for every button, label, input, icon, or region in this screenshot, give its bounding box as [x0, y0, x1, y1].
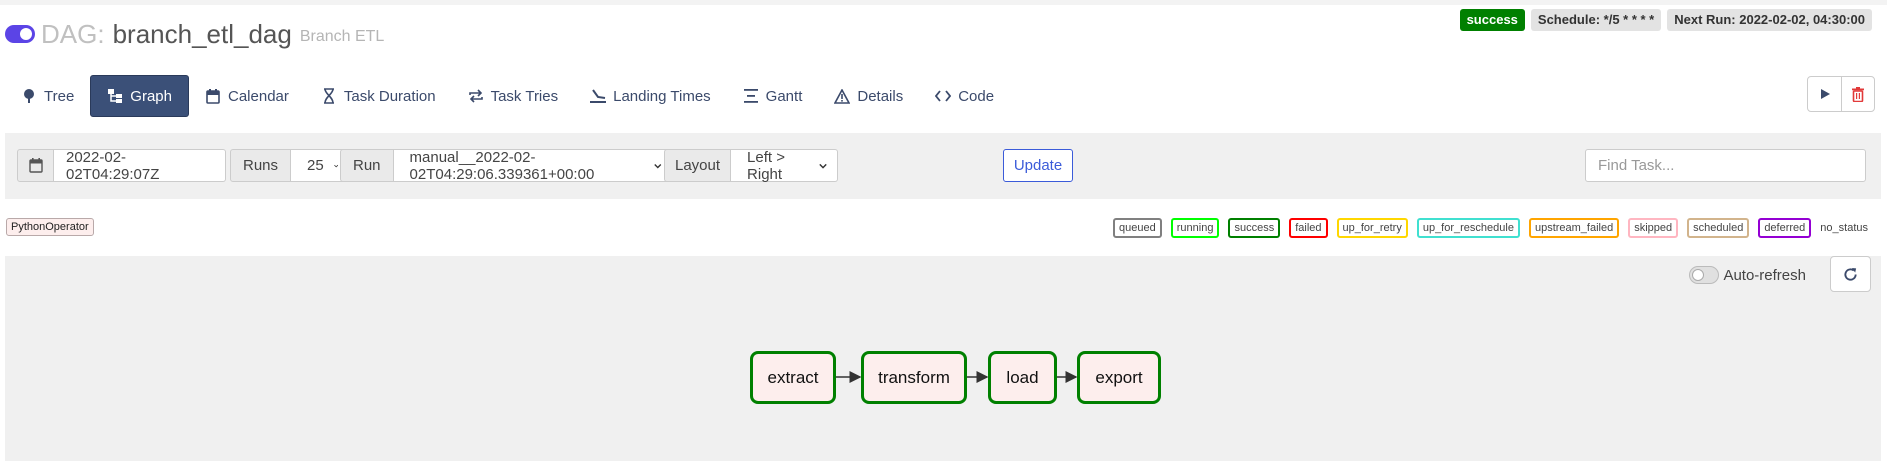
state-legend-item[interactable]: up_for_reschedule	[1416, 218, 1520, 238]
trigger-dag-button[interactable]	[1808, 77, 1841, 111]
calendar-picker-button[interactable]	[17, 149, 54, 182]
state-legend-item[interactable]: deferred	[1758, 218, 1812, 238]
landing-icon	[590, 88, 607, 104]
task-node-export[interactable]: export	[1077, 351, 1161, 404]
chevron-down-icon	[333, 164, 338, 167]
tab-label: Task Duration	[343, 87, 436, 105]
chevron-down-icon	[654, 163, 662, 168]
base-date-group: 2022-02-02T04:29:07Z	[17, 149, 226, 183]
dag-title: branch_etl_dag	[112, 18, 292, 49]
layout-value: Left > Right	[747, 148, 785, 183]
tab-details[interactable]: Details	[818, 75, 919, 117]
run-label: Run	[340, 149, 394, 182]
graph-icon	[107, 88, 123, 104]
tab-task-duration[interactable]: Task Duration	[305, 75, 452, 117]
retry-icon	[468, 88, 484, 104]
status-badge: success	[1459, 9, 1525, 31]
operator-legend: PythonOperator	[6, 218, 94, 236]
play-icon	[1820, 89, 1830, 99]
tab-label: Gantt	[765, 87, 803, 105]
runs-group: Runs 25	[230, 149, 350, 182]
task-node-extract[interactable]: extract	[750, 351, 836, 404]
tab-label: Details	[857, 87, 904, 105]
graph-controls: 2022-02-02T04:29:07Z Runs 25 Run manual_…	[5, 133, 1881, 199]
gantt-icon	[743, 88, 759, 104]
warning-triangle-icon	[834, 88, 851, 104]
task-node-transform[interactable]: transform	[861, 351, 967, 404]
base-date-input[interactable]: 2022-02-02T04:29:07Z	[54, 149, 226, 183]
tree-icon	[21, 88, 37, 104]
trash-icon	[1852, 86, 1864, 102]
state-legend-item[interactable]: up_for_retry	[1336, 218, 1408, 238]
task-node-load[interactable]: load	[988, 351, 1057, 404]
tab-code[interactable]: Code	[919, 75, 1010, 117]
dag-prefix: DAG:	[41, 18, 105, 49]
tab-landing-times[interactable]: Landing Times	[574, 75, 727, 117]
tab-label: Calendar	[228, 87, 289, 105]
tab-label: Landing Times	[613, 87, 711, 105]
state-legend-item[interactable]: scheduled	[1687, 218, 1750, 238]
state-legend-item[interactable]: running	[1170, 218, 1220, 238]
tab-label: Code	[958, 87, 995, 105]
run-select[interactable]: manual__2022-02-02T04:29:06.339361+00:00	[393, 148, 673, 183]
layout-label: Layout	[664, 149, 732, 182]
state-legend: queued running success failed up_for_ret…	[1113, 218, 1868, 238]
chevron-down-icon	[819, 163, 827, 169]
state-legend-item[interactable]: no_status	[1820, 220, 1868, 236]
state-legend-item[interactable]: failed	[1289, 218, 1328, 238]
tab-label: Tree	[44, 87, 75, 105]
tab-calendar[interactable]: Calendar	[189, 75, 305, 117]
top-border	[0, 0, 1887, 5]
run-value: manual__2022-02-02T04:29:06.339361+00:00	[409, 148, 595, 183]
header-badges: success Schedule: */5 * * * * Next Run: …	[1459, 9, 1872, 31]
dag-header: DAG: branch_etl_dag Branch ETL	[5, 14, 384, 54]
state-legend-item[interactable]: skipped	[1628, 218, 1679, 238]
tab-graph[interactable]: Graph	[90, 75, 189, 117]
layout-group: Layout Left > Right	[664, 148, 839, 183]
find-task-input[interactable]	[1585, 149, 1866, 182]
dag-actions	[1807, 76, 1875, 112]
code-icon	[935, 88, 952, 104]
calendar-icon	[205, 88, 221, 104]
state-legend-item[interactable]: upstream_failed	[1528, 218, 1620, 238]
hourglass-icon	[321, 88, 337, 104]
tab-label: Task Tries	[490, 87, 559, 105]
dag-pause-toggle[interactable]	[5, 25, 35, 43]
state-legend-item[interactable]: success	[1228, 218, 1281, 238]
graph-canvas[interactable]: Auto-refresh extract transform load expo…	[5, 256, 1881, 461]
delete-dag-button[interactable]	[1841, 77, 1874, 111]
tab-label: Graph	[130, 87, 172, 105]
view-tabs: Tree Graph Calendar Task Duration Task T…	[5, 75, 1010, 117]
tab-task-tries[interactable]: Task Tries	[452, 75, 575, 117]
runs-value: 25	[307, 157, 324, 174]
tab-tree[interactable]: Tree	[5, 75, 90, 117]
dag-description: Branch ETL	[299, 28, 385, 45]
state-legend-item[interactable]: queued	[1113, 218, 1162, 238]
runs-label: Runs	[230, 149, 292, 182]
update-button[interactable]: Update	[1003, 149, 1073, 182]
tab-gantt[interactable]: Gantt	[727, 75, 819, 117]
layout-select[interactable]: Left > Right	[731, 148, 839, 183]
schedule-badge: Schedule: */5 * * * *	[1530, 9, 1662, 31]
run-group: Run manual__2022-02-02T04:29:06.339361+0…	[340, 148, 673, 183]
next-run-badge: Next Run: 2022-02-02, 04:30:00	[1667, 9, 1872, 31]
calendar-icon	[28, 158, 43, 173]
